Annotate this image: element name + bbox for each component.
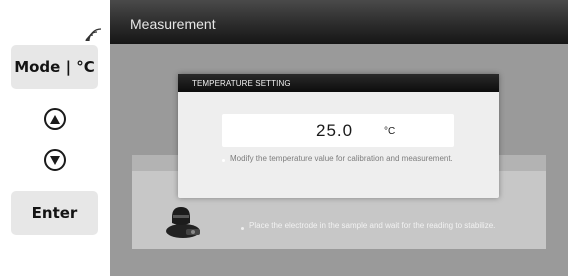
temperature-setting-dialog: TEMPERATURE SETTING 25.0 °C Modify the t… [178,74,499,198]
enter-button[interactable]: Enter [11,191,98,235]
dialog-header: TEMPERATURE SETTING [178,74,499,92]
mode-unit-button[interactable]: Mode | °C [11,45,98,89]
instruction-text: Place the electrode in the sample and wa… [249,221,496,230]
electrode-icon [166,207,200,238]
down-button[interactable] [44,149,66,171]
bullet [241,227,244,230]
device-screen: Measurement Place the electrode in the s… [110,0,568,276]
title-bar: Measurement [110,0,568,44]
temperature-value-field[interactable]: 25.0 °C [222,114,454,147]
temperature-unit: °C [384,126,396,137]
screen-title: Measurement [130,16,216,32]
up-arrow-icon [50,114,60,124]
dialog-hint-text: Modify the temperature value for calibra… [230,154,453,163]
bullet [222,159,225,162]
up-button[interactable] [44,108,66,130]
down-arrow-icon [50,155,60,165]
temperature-value: 25.0 [316,121,354,140]
hardware-panel: Mode | °C Enter [0,0,110,276]
wireless-signal-icon [85,28,102,42]
dialog-title: TEMPERATURE SETTING [192,79,291,88]
